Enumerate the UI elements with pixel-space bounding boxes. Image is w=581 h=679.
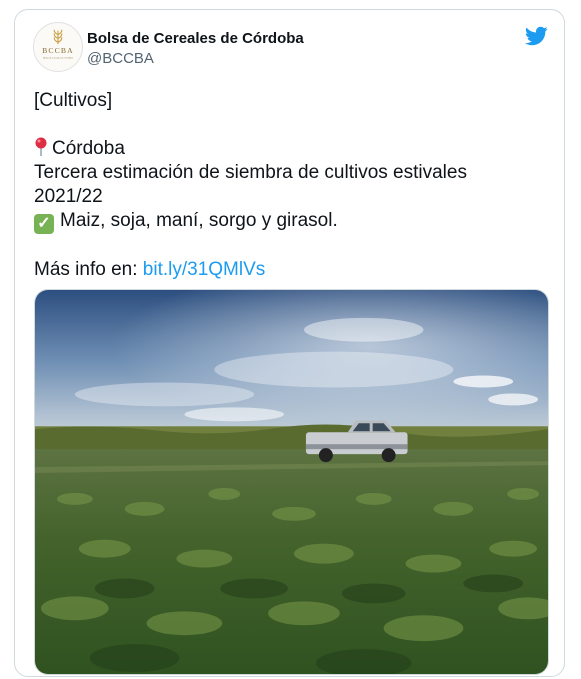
avatar[interactable]: BCCBA Bolsa de Cereales de Córdoba — [33, 22, 83, 72]
display-name[interactable]: Bolsa de Cereales de Córdoba — [87, 30, 304, 47]
bccba-logo: BCCBA Bolsa de Cereales de Córdoba — [42, 29, 74, 60]
location-text: Córdoba — [52, 138, 125, 159]
tweet-line: Tercera estimación de siembra de cultivo… — [34, 162, 467, 183]
tweet-text: [Cultivos] Córdoba Tercera estimación de… — [34, 89, 534, 282]
tweet-line: [Cultivos] — [34, 90, 113, 111]
twitter-bird-icon[interactable] — [524, 24, 548, 48]
tweet-line-location: Córdoba — [34, 137, 534, 161]
more-info-label: Más info en: — [34, 259, 143, 280]
svg-text:BCCBA: BCCBA — [42, 46, 74, 55]
user-handle[interactable]: @BCCBA — [87, 50, 154, 67]
white-check-mark-icon: ✓ — [34, 214, 54, 234]
svg-text:Bolsa de Cereales de Córdoba: Bolsa de Cereales de Córdoba — [43, 57, 74, 60]
round-pushpin-icon — [35, 137, 47, 156]
tweet-line: 2021/22 — [34, 186, 103, 207]
crops-text: Maiz, soja, maní, sorgo y girasol. — [60, 210, 338, 231]
tweet-card[interactable]: BCCBA Bolsa de Cereales de Córdoba Bolsa… — [14, 9, 565, 677]
tweet-link[interactable]: bit.ly/31QMlVs — [143, 259, 265, 280]
field-photo-image — [35, 290, 548, 674]
tweet-line-more-info: Más info en: bit.ly/31QMlVs — [34, 258, 534, 282]
tweet-photo[interactable] — [34, 289, 549, 675]
tweet-line-crops: ✓ Maiz, soja, maní, sorgo y girasol. — [34, 209, 534, 234]
